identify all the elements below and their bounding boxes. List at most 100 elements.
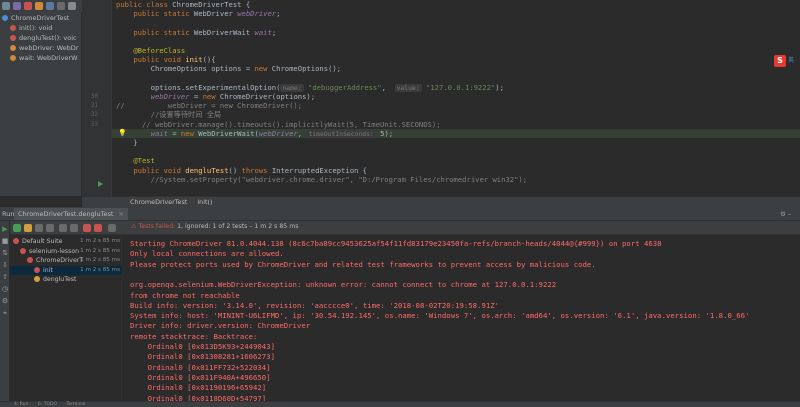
code-token: ChromeDriverTest {	[172, 0, 251, 9]
code-line[interactable]: public void dengluTest() throws Interrup…	[116, 166, 367, 175]
structure-item-label: ChromeDriverTest	[11, 14, 70, 22]
code-line[interactable]: @Test	[116, 156, 155, 165]
collapse-all-icon[interactable]	[57, 2, 65, 10]
test-node-duration: 1 m 2 s 85 ms	[80, 247, 120, 254]
stop-icon[interactable]: ■	[1, 237, 9, 245]
code-token: // webDriver = new ChromeDriver();	[116, 101, 303, 111]
test-tree-node[interactable]: Default Suite 1 m 2 s 85 ms	[10, 237, 122, 246]
import-icon[interactable]: ⇩	[1, 261, 9, 269]
breadcrumb-class[interactable]: ChromeDriverTest	[130, 198, 187, 206]
parameter-hint: name:	[280, 83, 304, 92]
code-token: 5);	[375, 128, 394, 138]
collapse-all-icon[interactable]	[70, 224, 78, 232]
test-node-label: selenium-lesson	[29, 247, 80, 255]
code-token: public void	[133, 55, 186, 65]
test-node-label: Default Suite	[22, 238, 63, 245]
structure-member-item[interactable]: dengluTest(): voic	[0, 33, 82, 43]
rerun-icon[interactable]: ▶	[1, 225, 9, 233]
code-token: options.setExperimentalOption(	[116, 82, 281, 92]
show-passed-icon[interactable]	[13, 224, 21, 232]
field-icon	[10, 55, 16, 61]
test-tree-node[interactable]: dengluTest	[10, 275, 122, 284]
code-token: ;	[276, 9, 281, 19]
console-output[interactable]: Starting ChromeDriver 81.0.4044.138 (8c6…	[122, 235, 800, 407]
history-icon[interactable]: ◷	[1, 285, 9, 293]
prev-failed-icon[interactable]	[83, 224, 91, 232]
code-token: new	[202, 92, 220, 101]
run-window-header: Run: ChromeDriverTest.dengluTest × ⚙ –	[0, 207, 800, 221]
structure-member-item[interactable]: webDriver: WebDr	[0, 43, 82, 53]
code-token: ChromeDriver(options);	[219, 92, 316, 101]
code-token: wait	[254, 27, 272, 37]
structure-class-item[interactable]: ChromeDriverTest	[0, 13, 82, 23]
structure-item-label: dengluTest(): voic	[19, 34, 77, 42]
code-line[interactable]: public class ChromeDriverTest {	[116, 0, 250, 9]
code-line[interactable]: webDriver = new ChromeDriver(options);	[116, 92, 315, 101]
sort-icon[interactable]: ⇅	[1, 249, 9, 257]
test-failed-icon	[20, 247, 26, 254]
code-token: WebDriverWait(	[198, 128, 259, 138]
tests-failed-counts: 1, ignored: 1 of 2 tests – 1 m 2 s 85 ms	[177, 223, 299, 230]
code-line[interactable]: // webDriver = new ChromeDriver();	[116, 101, 302, 110]
bottom-tool-bar: 4: Run 6: TODO Terminal	[0, 401, 800, 407]
show-ignored-icon[interactable]	[24, 224, 32, 232]
test-settings-icon[interactable]	[108, 224, 116, 232]
code-line[interactable]: public void init(){	[116, 55, 215, 65]
code-line[interactable]: // webDriver.manage().timeouts().implici…	[116, 120, 441, 129]
method-icon	[10, 35, 16, 41]
show-methods-icon[interactable]	[24, 2, 32, 10]
ime-logo-icon: S	[774, 55, 786, 67]
console-line: Ordinal0 [0x01308281+1606273]	[130, 352, 275, 362]
test-failed-icon	[27, 257, 33, 263]
code-line[interactable]: ChromeOptions options = new ChromeOption…	[116, 64, 341, 73]
intention-bulb-icon[interactable]: 💡	[118, 129, 127, 137]
code-token: //System.setProperty("webdriver.chrome.d…	[116, 174, 528, 184]
console-line: from chrome not reachable	[130, 290, 240, 300]
code-token: webDriver	[258, 128, 298, 138]
test-tree-node[interactable]: selenium-lesson 1 m 2 s 85 ms	[10, 247, 122, 256]
run-test-icon[interactable]	[98, 181, 103, 187]
test-tree-node[interactable]: init 1 m 2 s 85 ms	[10, 265, 122, 275]
test-status: ⚠ Tests failed: 1, ignored: 1 of 2 tests…	[131, 223, 298, 230]
code-line[interactable]: //System.setProperty("webdriver.chrome.d…	[116, 175, 527, 184]
sort-icon[interactable]	[2, 2, 10, 10]
gear-icon[interactable]: ⚙ –	[780, 207, 791, 221]
test-tree[interactable]: Default Suite 1 m 2 s 85 ms selenium-lesso…	[10, 235, 122, 407]
todo-tool-tab[interactable]: 6: TODO	[38, 402, 57, 407]
expand-all-icon[interactable]	[46, 2, 54, 10]
code-token: }	[116, 138, 138, 147]
code-line[interactable]: public static WebDriver webDriver;	[116, 9, 280, 18]
next-failed-icon[interactable]	[94, 224, 102, 232]
tests-failed-label: Tests failed:	[138, 223, 176, 230]
breadcrumb-method[interactable]: init()	[197, 198, 212, 206]
test-failed-icon	[13, 238, 19, 244]
code-token: );	[495, 82, 504, 92]
structure-member-item[interactable]: wait: WebDriverW	[0, 53, 82, 63]
code-line[interactable]: options.setExperimentalOption(name: "deb…	[116, 83, 504, 92]
sort-duration-icon[interactable]	[46, 224, 54, 232]
test-node-label: ChromeDriverT	[36, 257, 84, 264]
code-token: ()	[228, 165, 242, 175]
test-failed-icon	[34, 266, 40, 273]
sort-alpha-icon[interactable]	[35, 224, 43, 232]
close-icon[interactable]: ×	[119, 210, 124, 218]
test-tree-node[interactable]: ChromeDriverT 1 m 2 s 85 ms	[10, 256, 122, 265]
code-line[interactable]: }	[116, 138, 138, 147]
structure-member-item[interactable]: init(): void	[0, 23, 82, 33]
code-line[interactable]: public static WebDriverWait wait;	[116, 28, 276, 37]
line-number: 33	[90, 120, 98, 128]
show-fields-icon[interactable]	[13, 2, 21, 10]
show-properties-icon[interactable]	[35, 2, 43, 10]
run-config-tab[interactable]: ChromeDriverTest.dengluTest ×	[14, 208, 128, 220]
code-line[interactable]: @BeforeClass	[116, 46, 185, 55]
settings-icon[interactable]: ⚙	[1, 297, 9, 305]
run-tool-tab[interactable]: 4: Run	[14, 402, 28, 407]
export-icon[interactable]: ⇧	[1, 273, 9, 281]
settings-icon[interactable]	[68, 2, 76, 10]
expand-all-icon[interactable]	[59, 224, 67, 232]
terminal-tool-tab[interactable]: Terminal	[66, 402, 85, 407]
pin-icon[interactable]: ⌖	[1, 309, 9, 317]
code-line[interactable]: wait = new WebDriverWait(webDriver, time…	[116, 129, 393, 138]
